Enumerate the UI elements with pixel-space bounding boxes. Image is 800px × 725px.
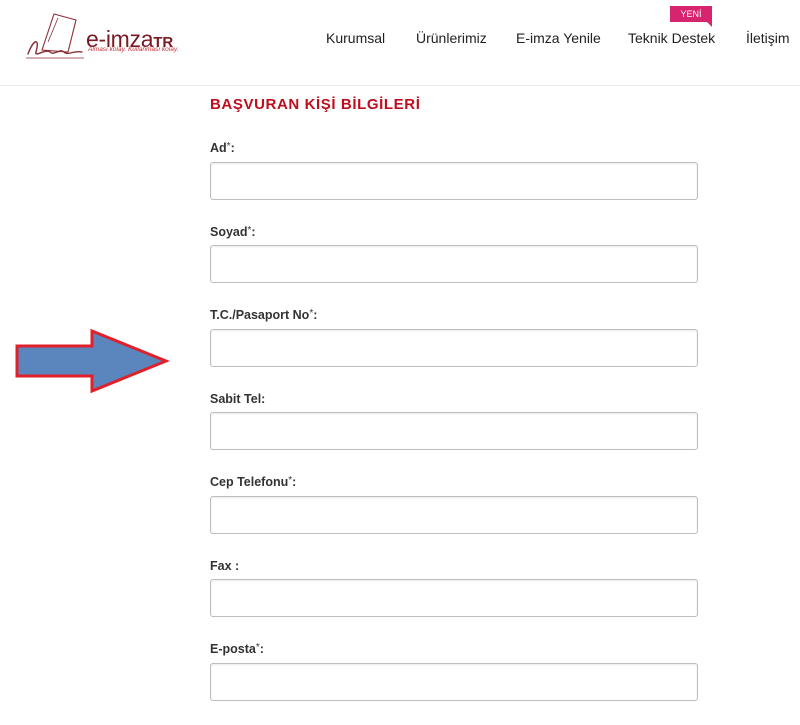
- email-input[interactable]: [210, 663, 698, 701]
- id-passport-label: T.C./Pasaport No*:: [210, 308, 317, 322]
- nav-item-iletisim[interactable]: İletişim: [746, 30, 790, 46]
- landline-label: Sabit Tel:: [210, 392, 265, 406]
- nav-item-kurumsal[interactable]: Kurumsal: [326, 30, 385, 46]
- first-name-label: Ad*:: [210, 141, 235, 155]
- last-name-label: Soyad*:: [210, 225, 256, 239]
- last-name-input[interactable]: [210, 245, 698, 283]
- brand-logo[interactable]: e-imzaTR Alması kolay. Kullanması kolay.: [24, 8, 184, 64]
- mobile-phone-label-text: Cep Telefonu: [210, 475, 289, 489]
- first-name-label-text: Ad: [210, 141, 227, 155]
- landline-input[interactable]: [210, 412, 698, 450]
- right-arrow-icon: [15, 328, 170, 394]
- label-colon: :: [259, 642, 264, 656]
- brand-slogan: Alması kolay. Kullanması kolay.: [88, 46, 179, 53]
- label-colon: :: [251, 225, 256, 239]
- mobile-phone-label: Cep Telefonu*:: [210, 475, 296, 489]
- fax-label: Fax :: [210, 559, 239, 573]
- site-header: e-imzaTR Alması kolay. Kullanması kolay.…: [0, 0, 800, 86]
- label-colon: :: [230, 141, 235, 155]
- fax-label-text: Fax: [210, 559, 236, 573]
- landline-label-text: Sabit Tel: [210, 392, 262, 406]
- form-section-title: BAŞVURAN KİŞİ BİLGİLERİ: [210, 96, 421, 113]
- first-name-input[interactable]: [210, 162, 698, 200]
- label-colon: :: [313, 308, 318, 322]
- label-colon: :: [261, 392, 266, 406]
- label-colon: :: [235, 559, 240, 573]
- nav-item-teknik-destek[interactable]: Teknik Destek: [628, 30, 715, 46]
- nav-item-urunlerimiz[interactable]: Ürünlerimiz: [416, 30, 487, 46]
- new-badge: YENİ: [670, 6, 712, 27]
- fax-input[interactable]: [210, 579, 698, 617]
- label-colon: :: [292, 475, 297, 489]
- email-label: E-posta*:: [210, 642, 264, 656]
- signature-logo-icon: [26, 13, 84, 59]
- id-passport-input[interactable]: [210, 329, 698, 367]
- id-passport-label-text: T.C./Pasaport No: [210, 308, 310, 322]
- last-name-label-text: Soyad: [210, 225, 248, 239]
- mobile-phone-input[interactable]: [210, 496, 698, 534]
- nav-item-e-imza-yenile[interactable]: E-imza Yenile: [516, 30, 601, 46]
- email-label-text: E-posta: [210, 642, 256, 656]
